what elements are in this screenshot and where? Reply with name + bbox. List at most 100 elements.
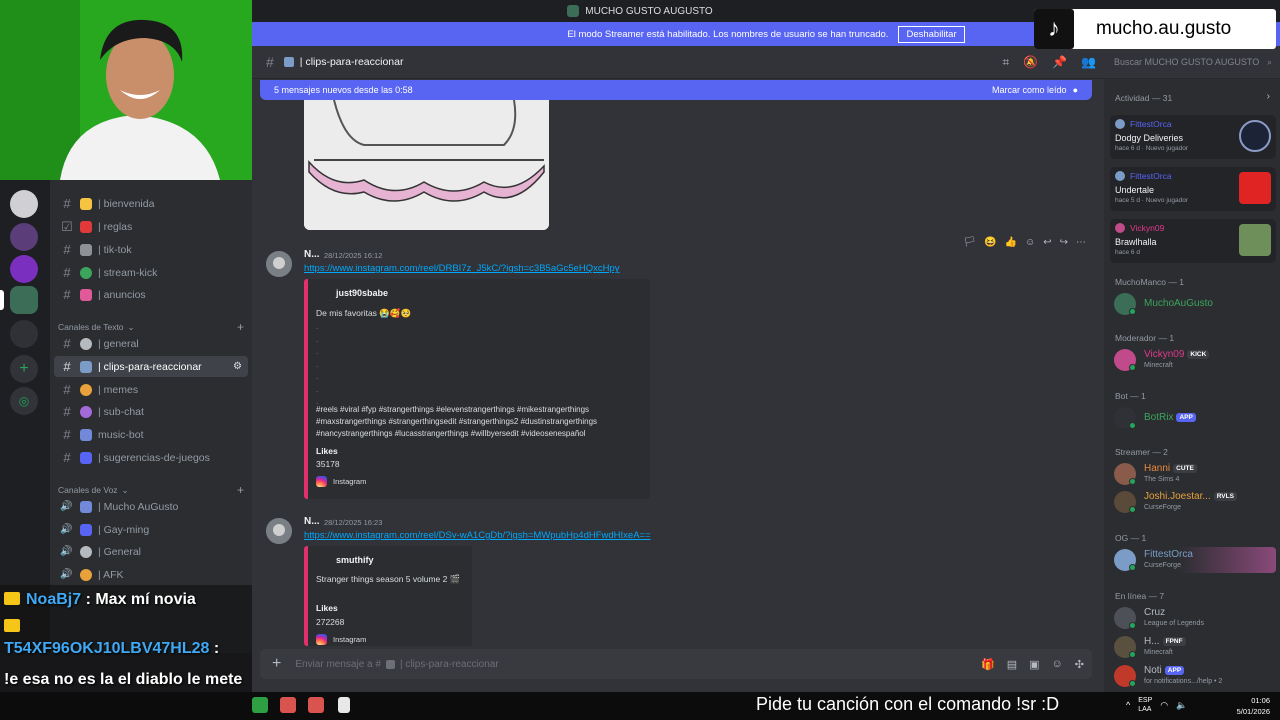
message-link[interactable]: https://www.instagram.com/reel/DSv-wA1Cg… — [304, 530, 651, 541]
embed-likes-value: 35178 — [316, 459, 340, 469]
clock[interactable]: 01:06 5/01/2026 — [1237, 695, 1270, 717]
channel-sub-chat[interactable]: # | sub-chat — [54, 401, 248, 422]
hash-icon: # — [63, 287, 71, 302]
emoji-icon[interactable]: ☺ — [1052, 658, 1063, 671]
channel-anuncios[interactable]: # | anuncios — [54, 284, 248, 305]
server-icon-1[interactable] — [10, 190, 38, 218]
voice-channel-general[interactable]: 🔊 | General — [54, 541, 248, 562]
mark-as-read-button[interactable]: Marcar como leído — [992, 85, 1067, 95]
mark-read-icon: ● — [1072, 85, 1078, 95]
reply-icon[interactable]: ↩ — [1043, 237, 1051, 248]
gif-icon[interactable]: ▤ — [1007, 658, 1017, 671]
chevron-right-icon[interactable]: › — [1267, 91, 1270, 102]
channel-clips-para-reaccionar[interactable]: # | clips-para-reaccionar ⚙ — [54, 356, 248, 377]
new-messages-text: 5 mensajes nuevos desde las 0:58 — [274, 85, 413, 95]
add-attachment-icon[interactable]: + — [272, 655, 281, 673]
voice-channel-afk[interactable]: 🔊 | AFK — [54, 564, 248, 585]
volume-icon[interactable]: 🔈 — [1176, 700, 1187, 711]
game-icon — [1239, 224, 1271, 256]
chevron-up-icon[interactable]: ^ — [1126, 700, 1130, 710]
category-text[interactable]: Canales de Texto ⌄ + — [58, 320, 248, 334]
wifi-icon[interactable]: ◠ — [1160, 700, 1168, 711]
member-item[interactable]: H... FPNF Minecraft — [1114, 634, 1276, 660]
more-options-icon[interactable]: ⋯ — [1076, 237, 1086, 248]
member-item[interactable]: MuchoAuGusto — [1114, 291, 1276, 317]
new-messages-bar[interactable]: 5 mensajes nuevos desde las 0:58 Marcar … — [260, 80, 1092, 100]
hash-icon: # — [63, 265, 71, 280]
channel-stream-kick[interactable]: # | stream-kick — [54, 262, 248, 283]
member-item[interactable]: Hanni CUTE The Sims 4 — [1114, 461, 1276, 487]
activity-game: Dodgy Deliveries — [1115, 133, 1184, 143]
app-icon[interactable] — [252, 697, 268, 713]
activity-card-3[interactable]: Vickyn09 Brawlhalla hace 6 d — [1110, 219, 1276, 263]
channel-reglas[interactable]: ☑ | reglas — [54, 216, 248, 237]
category-voice[interactable]: Canales de Voz ⌄ + — [58, 483, 248, 497]
voice-channel-gay-ming[interactable]: 🔊 | Gay-ming — [54, 519, 248, 540]
composer-channel: | clips-para-reaccionar — [399, 658, 499, 670]
brave-icon[interactable] — [280, 697, 296, 713]
channel-label: music-bot — [98, 428, 144, 441]
message-composer[interactable]: + Enviar mensaje a # | clips-para-reacci… — [260, 649, 1092, 679]
notification-bell-icon[interactable]: 🔕 — [1023, 55, 1038, 70]
avatar[interactable] — [266, 251, 292, 277]
speaker-icon: 🔊 — [60, 546, 73, 557]
channel-sugerencias-de-juegos[interactable]: # | sugerencias-de-juegos — [54, 447, 248, 468]
window-title: MUCHO GUSTO AUGUSTO — [585, 5, 713, 17]
embed-footer: Instagram — [316, 476, 366, 487]
member-item[interactable]: BotRix APP — [1114, 405, 1276, 431]
channel-settings-icon[interactable]: ⚙ — [233, 361, 242, 372]
add-channel-icon[interactable]: + — [237, 483, 244, 497]
avatar[interactable] — [266, 518, 292, 544]
status-online-icon — [1129, 422, 1136, 429]
pin-icon[interactable]: 📌 — [1052, 55, 1067, 70]
server-folder[interactable] — [10, 320, 38, 348]
channel-bienvenida[interactable]: # | bienvenida — [54, 193, 248, 214]
message-author[interactable]: N... — [304, 249, 320, 260]
forward-icon[interactable]: ↪ — [1060, 237, 1068, 248]
member-item[interactable]: Cruz League of Legends — [1114, 605, 1276, 631]
disable-streamer-button[interactable]: Deshabilitar — [898, 25, 965, 43]
clapper-icon — [283, 57, 294, 67]
reaction-thumb-icon[interactable]: 👍 — [1005, 237, 1017, 248]
add-reaction-icon[interactable]: ☺ — [1025, 237, 1035, 248]
voice-channel-mucho-augusto[interactable]: 🔊 | Mucho AuGusto — [54, 496, 248, 517]
message-link[interactable]: https://www.instagram.com/reel/DRBI7z_J5… — [304, 263, 619, 274]
member-item[interactable]: FittestOrca CurseForge — [1114, 547, 1276, 573]
member-item[interactable]: Vickyn09 KICK Minecraft — [1114, 347, 1276, 373]
add-channel-icon[interactable]: + — [237, 320, 244, 334]
image-attachment[interactable] — [304, 100, 549, 230]
member-item[interactable]: Joshi.Joestar... RVLS CurseForge — [1114, 489, 1276, 515]
channel-memes[interactable]: # | memes — [54, 379, 248, 400]
embed-author[interactable]: just90sbabe — [336, 288, 388, 298]
channel-tik-tok[interactable]: # | tik-tok — [54, 239, 248, 260]
channel-general[interactable]: # | general — [54, 333, 248, 354]
server-icon-active[interactable] — [10, 286, 38, 314]
channel-music-bot[interactable]: # music-bot — [54, 424, 248, 445]
server-icon-3[interactable] — [10, 255, 38, 283]
channel-label: | general — [98, 337, 139, 350]
reaction-smile-icon[interactable]: 😆 — [984, 237, 996, 248]
channel-label: | clips-para-reaccionar — [98, 360, 202, 373]
apps-icon[interactable]: ✣ — [1075, 658, 1084, 671]
message-author[interactable]: N... — [304, 516, 320, 527]
threads-icon[interactable]: ⌗ — [1002, 55, 1009, 70]
avatar — [1115, 119, 1125, 129]
activity-card-2[interactable]: FittestOrca Undertale hace 5 d · Nuevo j… — [1110, 167, 1276, 211]
file-icon[interactable] — [338, 697, 350, 713]
search-input[interactable]: Buscar MUCHO GUSTO AUGUSTO ⌕ — [1104, 46, 1280, 79]
member-name-row: BotRix APP — [1144, 412, 1196, 423]
group-header: En línea — 7 — [1115, 591, 1165, 601]
member-list-icon[interactable]: 👥 — [1081, 55, 1096, 70]
activity-game: Brawlhalla — [1115, 237, 1157, 247]
reaction-flag-icon[interactable]: 🏳 — [963, 237, 976, 248]
member-item[interactable]: Noti APP for notifications.../help • 2 — [1114, 663, 1276, 689]
sticker-icon[interactable]: ▣ — [1029, 658, 1039, 671]
server-icon-2[interactable] — [10, 223, 38, 251]
gift-icon[interactable]: 🎁 — [981, 658, 995, 671]
embed-author[interactable]: smuthify — [336, 555, 374, 565]
discover-icon[interactable]: ◎ — [10, 387, 38, 415]
activity-card-1[interactable]: FittestOrca Dodgy Deliveries hace 6 d · … — [1110, 115, 1276, 159]
brave-icon[interactable] — [308, 697, 324, 713]
language-indicator[interactable]: ESP LAA — [1138, 696, 1152, 714]
add-server-icon[interactable]: + — [10, 355, 38, 383]
